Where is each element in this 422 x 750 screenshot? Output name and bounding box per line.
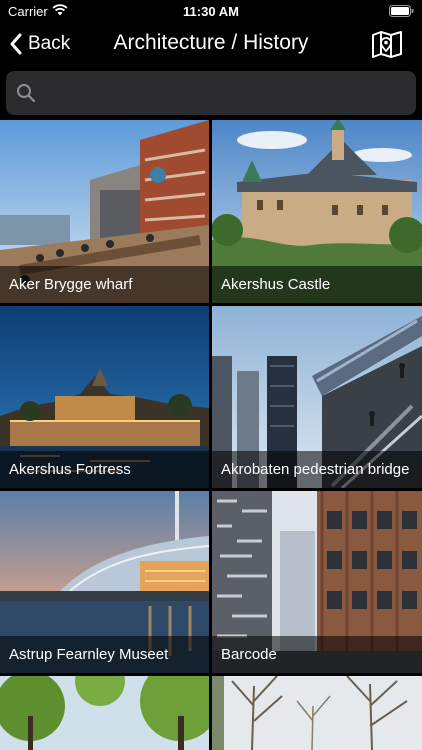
map-icon[interactable] <box>370 27 404 61</box>
battery-icon <box>389 5 414 17</box>
place-tile[interactable]: Akershus Fortress <box>0 306 209 488</box>
place-tile[interactable]: Akrobaten pedestrian bridge <box>212 306 422 488</box>
place-tile[interactable] <box>0 676 209 750</box>
place-name: Barcode <box>212 636 422 673</box>
page-title: Architecture / History <box>113 31 309 54</box>
place-tile[interactable] <box>212 676 422 750</box>
place-name: Astrup Fearnley Museet <box>0 636 209 673</box>
navigation-bar: Back Architecture / History <box>0 22 422 66</box>
place-tile[interactable]: Akershus Castle <box>212 120 422 303</box>
place-image <box>212 676 422 750</box>
chevron-left-icon <box>10 33 22 55</box>
place-tile[interactable]: Astrup Fearnley Museet <box>0 491 209 673</box>
place-image <box>0 676 209 750</box>
back-button[interactable]: Back <box>8 30 70 58</box>
search-icon <box>17 84 36 103</box>
search-bar[interactable] <box>6 71 416 115</box>
search-input[interactable] <box>44 71 408 115</box>
place-name: Aker Brygge wharf <box>0 266 209 303</box>
back-label: Back <box>28 33 71 54</box>
place-tile[interactable]: Barcode <box>212 491 422 673</box>
place-name: Akershus Fortress <box>0 451 209 488</box>
place-name: Akershus Castle <box>212 266 422 303</box>
status-bar: Carrier 11:30 AM <box>0 0 422 22</box>
place-name: Akrobaten pedestrian bridge <box>212 451 422 488</box>
place-tile[interactable]: Aker Brygge wharf <box>0 120 209 303</box>
status-time: 11:30 AM <box>183 4 239 19</box>
